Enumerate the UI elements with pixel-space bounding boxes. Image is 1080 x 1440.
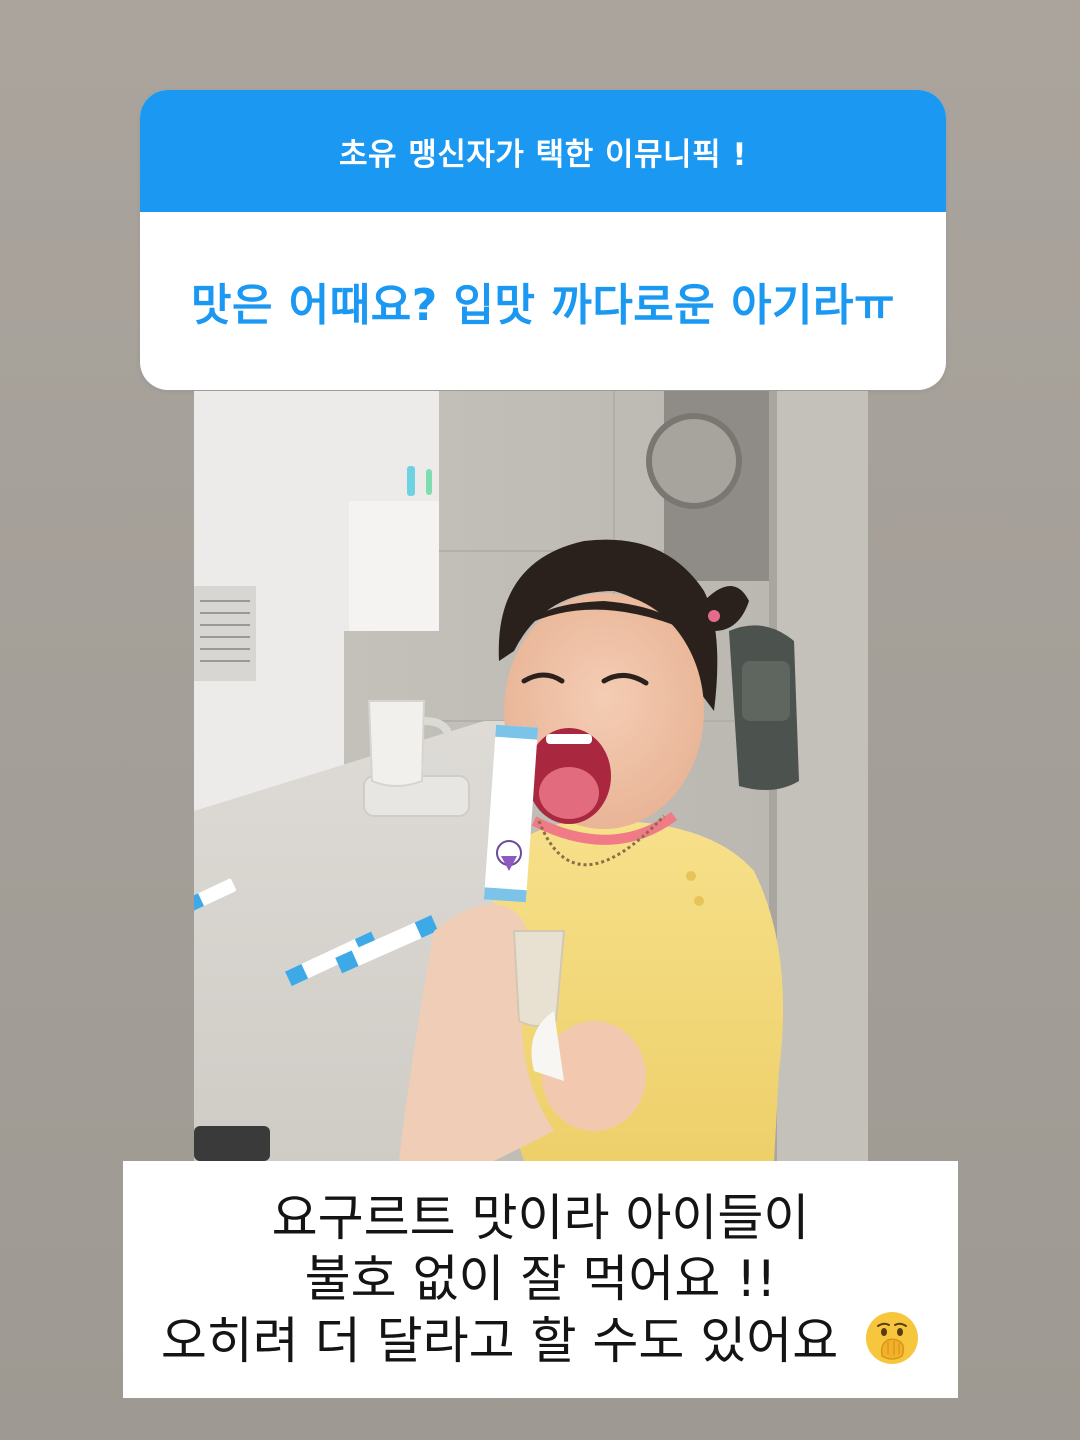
caption-box: 요구르트 맛이라 아이들이 불호 없이 잘 먹어요 !! 오히려 더 달라고 할… xyxy=(123,1161,958,1398)
caption-line-3: 오히려 더 달라고 할 수도 있어요 xyxy=(161,1310,920,1372)
caption-line-3-text: 오히려 더 달라고 할 수도 있어요 xyxy=(160,1311,839,1370)
question-sticker[interactable]: 초유 맹신자가 택한 이뮤니픽 ! 맛은 어때요? 입맛 까다로운 아기라ㅠ xyxy=(140,90,946,390)
question-answer: 맛은 어때요? 입맛 까다로운 아기라ㅠ xyxy=(191,280,895,331)
face-with-hand-over-mouth-icon xyxy=(864,1310,920,1366)
question-prompt: 초유 맹신자가 택한 이뮤니픽 ! xyxy=(140,90,946,212)
story-photo xyxy=(194,391,868,1161)
caption-line-2: 불호 없이 잘 먹어요 !! xyxy=(304,1249,777,1308)
caption-line-1: 요구르트 맛이라 아이들이 xyxy=(271,1188,810,1247)
